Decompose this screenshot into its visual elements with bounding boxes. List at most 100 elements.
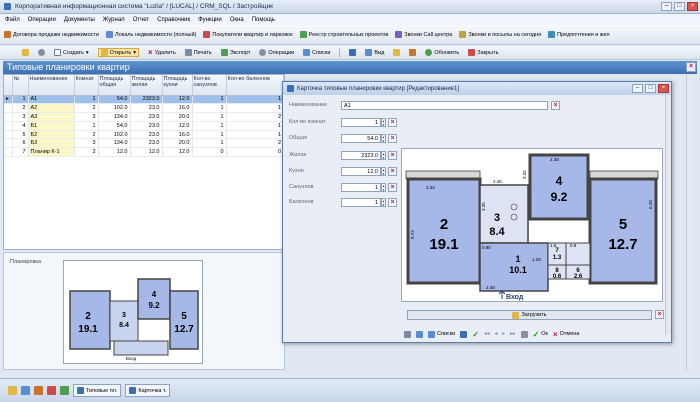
- maximize-button[interactable]: □: [674, 2, 685, 11]
- call-center-button[interactable]: Звонки Call центра: [395, 31, 452, 38]
- balconies-stepper[interactable]: ▴ ▾: [381, 198, 386, 207]
- taskbar-mail-icon[interactable]: [34, 386, 43, 395]
- table-row[interactable]: 6 Б3 3 134.0 23.0 20.0 1 2: [4, 138, 284, 149]
- col-total-area[interactable]: Площадь общая: [98, 75, 131, 96]
- delete-button[interactable]: × Удалить: [148, 48, 176, 57]
- table-row[interactable]: 7 Планир К-1 2 12.0 12.0 12.0 0 0: [4, 147, 284, 158]
- living-area-stepper[interactable]: ▴ ▾: [381, 151, 386, 160]
- check-icon[interactable]: ✓: [472, 330, 479, 339]
- print-icon[interactable]: [404, 330, 411, 338]
- table-row[interactable]: 2 А2 2 102.0 23.0 16.0 1 1: [4, 103, 284, 114]
- close-button[interactable]: Закрыть: [468, 49, 498, 56]
- next-record-icon[interactable]: ▸: [502, 331, 505, 337]
- rooms-clear-button[interactable]: ×: [388, 118, 397, 127]
- bathrooms-input[interactable]: 1: [341, 183, 381, 192]
- kitchen-area-input[interactable]: 12.0: [341, 167, 381, 176]
- table-row[interactable]: 5 Б2 2 102.0 23.0 16.0 1 1: [4, 130, 284, 140]
- buyers-button[interactable]: Покупатели квартир и парковок: [203, 31, 293, 38]
- create-button[interactable]: Создать ▾: [54, 49, 89, 56]
- table-row[interactable]: ▸ 1 А1 1 54.0 2323.0 12.0 1 1: [4, 95, 284, 105]
- floor-plan-image[interactable]: 2 19.1 3 8.4 4 9.2 5 12.7 1 10.1 8 0.6 6…: [401, 148, 663, 302]
- rooms-input[interactable]: 1: [341, 118, 381, 127]
- print-button[interactable]: Печать: [184, 49, 212, 56]
- menu-operations[interactable]: Операции: [28, 17, 56, 23]
- filter-icon[interactable]: [460, 330, 468, 338]
- dialog-minimize-button[interactable]: –: [632, 84, 643, 93]
- col-number[interactable]: №: [12, 75, 29, 96]
- room-4-number: 4: [556, 174, 563, 188]
- folder-icon[interactable]: [22, 49, 29, 56]
- total-area-stepper[interactable]: ▴ ▾: [381, 134, 386, 143]
- calls-today-button[interactable]: Звонки и посылы на сегодня: [459, 31, 541, 38]
- dialog-close-button[interactable]: ×: [658, 84, 669, 93]
- balconies-clear-button[interactable]: ×: [388, 198, 397, 207]
- taskbar-doc-icon[interactable]: [21, 386, 30, 395]
- export-button[interactable]: Экспорт: [220, 49, 250, 56]
- minimize-button[interactable]: –: [661, 2, 672, 11]
- bathrooms-stepper[interactable]: ▴ ▾: [381, 183, 386, 192]
- taskbar-search-icon[interactable]: [60, 386, 69, 395]
- lock-icon[interactable]: [409, 49, 417, 56]
- projects-button[interactable]: Реестр строительных проектов: [299, 31, 388, 38]
- dialog-maximize-button[interactable]: □: [645, 84, 656, 93]
- contracts-button[interactable]: Договора продажи недвижимости: [4, 31, 99, 38]
- living-area-input[interactable]: 2323.0: [341, 151, 381, 160]
- col-rooms[interactable]: Комнат: [74, 75, 99, 96]
- col-name[interactable]: Наименование: [28, 75, 75, 96]
- name-input[interactable]: А1: [341, 101, 548, 110]
- menu-windows[interactable]: Окна: [230, 17, 244, 23]
- upload-button[interactable]: Загрузить: [407, 310, 652, 320]
- settings-icon[interactable]: [38, 49, 45, 56]
- layout-thumbnail[interactable]: 2 19.1 3 8.4 4 9.2 5 12.7 Вход: [63, 260, 203, 364]
- main-vertical-scrollbar[interactable]: [686, 74, 694, 370]
- locale-button[interactable]: Локаль недвижимости (полный): [106, 31, 196, 38]
- table-row[interactable]: 4 Б1 1 54.0 23.0 12.0 1 1: [4, 121, 284, 131]
- bathrooms-clear-button[interactable]: ×: [388, 183, 397, 192]
- taskbar-tab-card[interactable]: Карточка т.: [125, 384, 171, 397]
- view-button[interactable]: Вид: [365, 49, 384, 56]
- last-record-icon[interactable]: ▸▸: [510, 331, 516, 337]
- thumb-room-5-number: 5: [181, 311, 187, 322]
- copy-icon[interactable]: [520, 330, 528, 338]
- page-close-icon[interactable]: ×: [686, 62, 696, 72]
- refresh-button[interactable]: Обновить: [425, 49, 459, 56]
- menu-file[interactable]: Файл: [5, 17, 20, 23]
- col-balconies[interactable]: Кол-во балконов: [226, 75, 284, 96]
- save-icon[interactable]: [416, 330, 423, 338]
- operations-button[interactable]: Операции: [259, 49, 294, 56]
- lists-button[interactable]: Списки: [303, 49, 330, 56]
- image-clear-button[interactable]: ×: [655, 310, 664, 319]
- dialog-vertical-scrollbar[interactable]: [665, 95, 671, 335]
- name-clear-button[interactable]: ×: [551, 101, 560, 110]
- rooms-stepper[interactable]: ▴ ▾: [381, 118, 386, 127]
- filter-icon[interactable]: [349, 49, 357, 56]
- prev-record-icon[interactable]: ◂: [495, 331, 498, 337]
- dialog-lists-button[interactable]: Списки: [428, 330, 455, 338]
- cancel-button[interactable]: × Отмена: [553, 330, 579, 339]
- balconies-input[interactable]: 1: [341, 198, 381, 207]
- menu-documents[interactable]: Документы: [64, 17, 95, 23]
- taskbar-tab-layouts[interactable]: Типовые пл.: [73, 384, 122, 397]
- open-button[interactable]: Открыть ▾: [97, 48, 140, 57]
- col-kitchen-area[interactable]: Площадь кухни: [162, 75, 193, 96]
- first-record-icon[interactable]: ◂◂: [484, 331, 490, 337]
- kitchen-area-stepper[interactable]: ▴ ▾: [381, 167, 386, 176]
- menu-functions[interactable]: Функции: [198, 17, 222, 23]
- menu-help[interactable]: Помощь: [252, 17, 275, 23]
- kitchen-area-clear-button[interactable]: ×: [388, 167, 397, 176]
- menu-report[interactable]: Отчет: [133, 17, 149, 23]
- close-window-button[interactable]: ×: [687, 2, 698, 11]
- col-living-area[interactable]: Площадь жилая: [130, 75, 163, 96]
- menu-reference[interactable]: Справочник: [157, 17, 190, 23]
- table-row[interactable]: 3 А3 3 134.0 23.0 20.0 1 2: [4, 112, 284, 122]
- col-bathrooms[interactable]: Кол-во санузлов: [192, 75, 227, 96]
- taskbar-calc-icon[interactable]: [47, 386, 56, 395]
- folder-up-icon[interactable]: [393, 49, 401, 56]
- taskbar-folder-icon[interactable]: [8, 386, 17, 395]
- ok-button[interactable]: ✓ Ок: [533, 330, 548, 339]
- preferences-button[interactable]: Предпочтения и жел: [548, 31, 610, 38]
- menu-journal[interactable]: Журнал: [103, 17, 125, 23]
- living-area-clear-button[interactable]: ×: [388, 151, 397, 160]
- total-area-input[interactable]: 54.0: [341, 134, 381, 143]
- total-area-clear-button[interactable]: ×: [388, 134, 397, 143]
